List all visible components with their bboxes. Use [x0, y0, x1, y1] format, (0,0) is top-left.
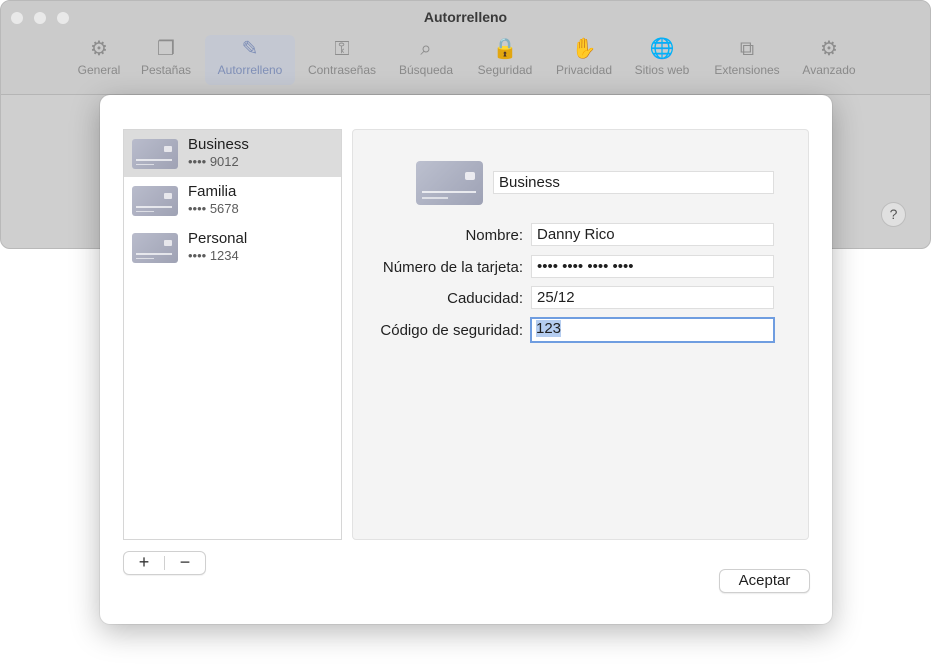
card-number-field[interactable]: •••• •••• •••• •••• — [531, 255, 774, 278]
tab-busqueda[interactable]: ⌕ Búsqueda — [393, 35, 459, 85]
card-name: Personal — [188, 230, 248, 247]
credit-cards-sheet: Business •••• 9012 Familia •••• 5678 Per… — [100, 95, 832, 624]
tab-sitios-web[interactable]: 🌐 Sitios web — [627, 35, 697, 85]
tab-autorrelleno[interactable]: ✎ Autorrelleno — [205, 35, 295, 85]
remove-card-button[interactable]: − — [165, 552, 205, 574]
card-detail-panel: Business Nombre: Danny Rico Número de la… — [352, 129, 809, 540]
card-number: •••• 9012 — [188, 154, 239, 169]
lock-icon: 🔒 — [492, 38, 518, 60]
tab-label: Búsqueda — [398, 63, 454, 77]
tab-seguridad[interactable]: 🔒 Seguridad — [471, 35, 539, 85]
search-icon: ⌕ — [420, 38, 432, 60]
key-icon: ⚿ — [334, 38, 350, 60]
name-label: Nombre: — [465, 227, 523, 244]
card-name: Familia — [188, 183, 237, 200]
card-number-label: Número de la tarjeta: — [382, 259, 523, 276]
card-list-item[interactable]: Familia •••• 5678 — [124, 177, 341, 224]
card-number: •••• 1234 — [188, 248, 239, 263]
selected-text: 123 — [536, 320, 562, 337]
tab-label: Privacidad — [555, 63, 613, 77]
add-remove-control: + − — [123, 551, 206, 575]
tab-general[interactable]: ⚙ General — [69, 35, 129, 85]
expiration-label: Caducidad: — [447, 290, 523, 307]
hand-icon: ✋ — [571, 38, 597, 60]
preferences-toolbar: Autorrelleno ⚙ General ❐ Pestañas ✎ Auto… — [1, 1, 930, 95]
credit-card-icon — [132, 233, 178, 263]
tab-contrasenas[interactable]: ⚿ Contraseñas — [299, 35, 385, 85]
globe-icon: 🌐 — [649, 38, 675, 60]
add-card-button[interactable]: + — [124, 552, 164, 574]
credit-card-icon — [132, 186, 178, 216]
tab-extensiones[interactable]: ⧉ Extensiones — [705, 35, 789, 85]
tab-label: Contraseñas — [307, 63, 377, 77]
security-code-label: Código de seguridad: — [380, 322, 523, 339]
expiration-field[interactable]: 25/12 — [531, 286, 774, 309]
autofill-icon: ✎ — [241, 38, 259, 60]
card-list-item[interactable]: Business •••• 9012 — [124, 130, 341, 177]
credit-card-icon — [416, 161, 483, 205]
credit-card-icon — [132, 139, 178, 169]
card-list-item[interactable]: Personal •••• 1234 — [124, 224, 341, 271]
puzzle-icon: ⧉ — [739, 38, 755, 60]
card-number: •••• 5678 — [188, 201, 239, 216]
accept-button[interactable]: Aceptar — [719, 569, 810, 593]
tab-avanzado[interactable]: ⚙ Avanzado — [795, 35, 863, 85]
tab-privacidad[interactable]: ✋ Privacidad — [549, 35, 619, 85]
tab-pestanas[interactable]: ❐ Pestañas — [133, 35, 199, 85]
tab-label: Seguridad — [477, 63, 533, 77]
gear-icon: ⚙ — [90, 38, 108, 60]
tab-label: Extensiones — [714, 63, 780, 77]
card-name: Business — [188, 136, 249, 153]
tab-label: Sitios web — [634, 63, 690, 77]
tab-label: General — [77, 63, 121, 77]
tab-label: Pestañas — [140, 63, 192, 77]
card-description-field[interactable]: Business — [493, 171, 774, 194]
help-button[interactable]: ? — [881, 202, 906, 227]
name-field[interactable]: Danny Rico — [531, 223, 774, 246]
tab-label: Avanzado — [802, 63, 856, 77]
window-title: Autorrelleno — [423, 9, 508, 25]
security-code-field[interactable]: 123 — [530, 317, 775, 343]
card-list: Business •••• 9012 Familia •••• 5678 Per… — [123, 129, 342, 540]
tabs-icon: ❐ — [157, 38, 175, 60]
advanced-gears-icon: ⚙ — [820, 38, 838, 60]
tab-label: Autorrelleno — [217, 63, 283, 77]
